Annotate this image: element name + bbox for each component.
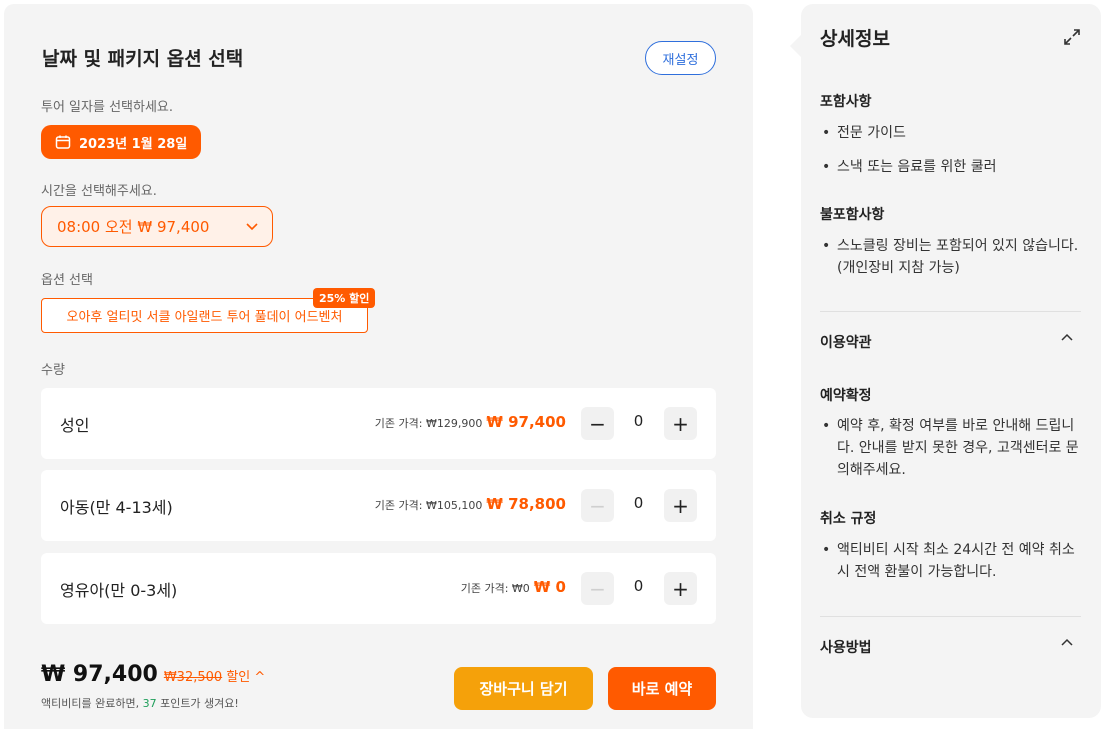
increment-button[interactable]: +: [664, 407, 697, 440]
sale-price: ₩ 78,800: [486, 495, 566, 513]
time-select[interactable]: 08:00 오전 ₩ 97,400: [41, 206, 273, 247]
increment-button[interactable]: +: [664, 572, 697, 605]
total-summary: ₩ 97,400 ₩32,500 할인 ^: [41, 662, 265, 687]
quantity-row-infant: 영유아(만 0-3세) 기존 가격: ₩0 ₩ 0 − 0 +: [41, 553, 716, 624]
cancel-title: 취소 규정: [820, 511, 877, 527]
option-prompt: 옵션 선택: [41, 273, 93, 288]
chevron-down-icon: [246, 223, 258, 231]
discount-suffix: 할인: [226, 670, 251, 685]
chevron-up-icon[interactable]: [1059, 330, 1075, 346]
chevron-up-icon[interactable]: [1059, 635, 1075, 651]
book-now-button[interactable]: 바로 예약: [608, 667, 716, 710]
points-value: 37: [142, 697, 157, 710]
confirm-title: 예약확정: [820, 388, 872, 404]
decrement-button[interactable]: −: [581, 489, 614, 522]
reset-button[interactable]: 재설정: [645, 41, 716, 75]
included-item: 전문 가이드: [820, 122, 1080, 144]
quantity-label: 수량: [41, 363, 65, 378]
divider: [820, 311, 1081, 312]
discount-amount: ₩32,500: [163, 670, 223, 685]
chevron-up-icon: ^: [254, 670, 266, 685]
original-price: 기존 가격: ₩0: [460, 582, 530, 595]
time-value: 08:00 오전 ₩ 97,400: [57, 218, 210, 236]
quantity-value: 0: [633, 412, 644, 430]
expand-icon[interactable]: [1063, 28, 1081, 46]
date-picker-button[interactable]: 2023년 1월 28일: [41, 125, 202, 159]
total-price: ₩ 97,400: [41, 662, 158, 687]
date-prompt: 투어 일자를 선택하세요.: [41, 100, 173, 115]
add-to-cart-button[interactable]: 장바구니 담기: [454, 667, 593, 710]
decrement-button[interactable]: −: [581, 572, 614, 605]
included-item: 스낵 또는 음료를 위한 쿨러: [820, 156, 1080, 178]
decrement-button[interactable]: −: [581, 407, 614, 440]
sale-price: ₩ 97,400: [486, 413, 566, 431]
excluded-item: 스노클링 장비는 포함되어 있지 않습니다. (개인장비 지참 가능): [820, 235, 1080, 279]
date-value: 2023년 1월 28일: [79, 136, 188, 152]
quantity-value: 0: [633, 577, 644, 595]
sale-price: ₩ 0: [533, 578, 566, 596]
points-text-before: 액티비티를 완료하면,: [41, 697, 143, 710]
ticket-name: 성인: [60, 416, 90, 435]
terms-accordion-header[interactable]: 이용약관: [820, 332, 872, 352]
discount-badge: 25% 할인: [313, 288, 376, 308]
quantity-row-child: 아동(만 4-13세) 기존 가격: ₩105,100 ₩ 78,800 − 0…: [41, 470, 716, 541]
excluded-title: 불포함사항: [820, 207, 885, 223]
increment-button[interactable]: +: [664, 489, 697, 522]
details-panel: 상세정보 포함사항 전문 가이드 스낵 또는 음료를 위한 쿨러 불포함사항 스…: [801, 4, 1101, 718]
quantity-value: 0: [633, 494, 644, 512]
total-discount-toggle[interactable]: ₩32,500 할인 ^: [164, 666, 265, 685]
details-title: 상세정보: [820, 28, 890, 50]
booking-panel: 날짜 및 패키지 옵션 선택 재설정 투어 일자를 선택하세요. 2023년 1…: [4, 4, 753, 729]
confirm-item: 예약 후, 확정 여부를 바로 안내해 드립니다. 안내를 받지 못한 경우, …: [820, 415, 1080, 481]
divider: [820, 616, 1081, 617]
calendar-icon: [55, 135, 71, 149]
original-price: 기존 가격: ₩129,900: [374, 417, 483, 430]
time-prompt: 시간을 선택해주세요.: [41, 184, 157, 199]
points-text-after: 포인트가 생겨요!: [156, 697, 239, 710]
ticket-name: 영유아(만 0-3세): [60, 581, 178, 600]
quantity-row-adult: 성인 기존 가격: ₩129,900 ₩ 97,400 − 0 +: [41, 388, 716, 459]
usage-accordion-header[interactable]: 사용방법: [820, 637, 872, 657]
included-title: 포함사항: [820, 94, 872, 110]
original-price: 기존 가격: ₩105,100: [374, 499, 483, 512]
ticket-name: 아동(만 4-13세): [60, 498, 173, 517]
page-title: 날짜 및 패키지 옵션 선택: [42, 48, 244, 70]
points-note: 액티비티를 완료하면, 37 포인트가 생겨요!: [41, 695, 239, 711]
cancel-item: 액티비티 시작 최소 24시간 전 예약 취소시 전액 환불이 가능합니다.: [820, 539, 1080, 583]
